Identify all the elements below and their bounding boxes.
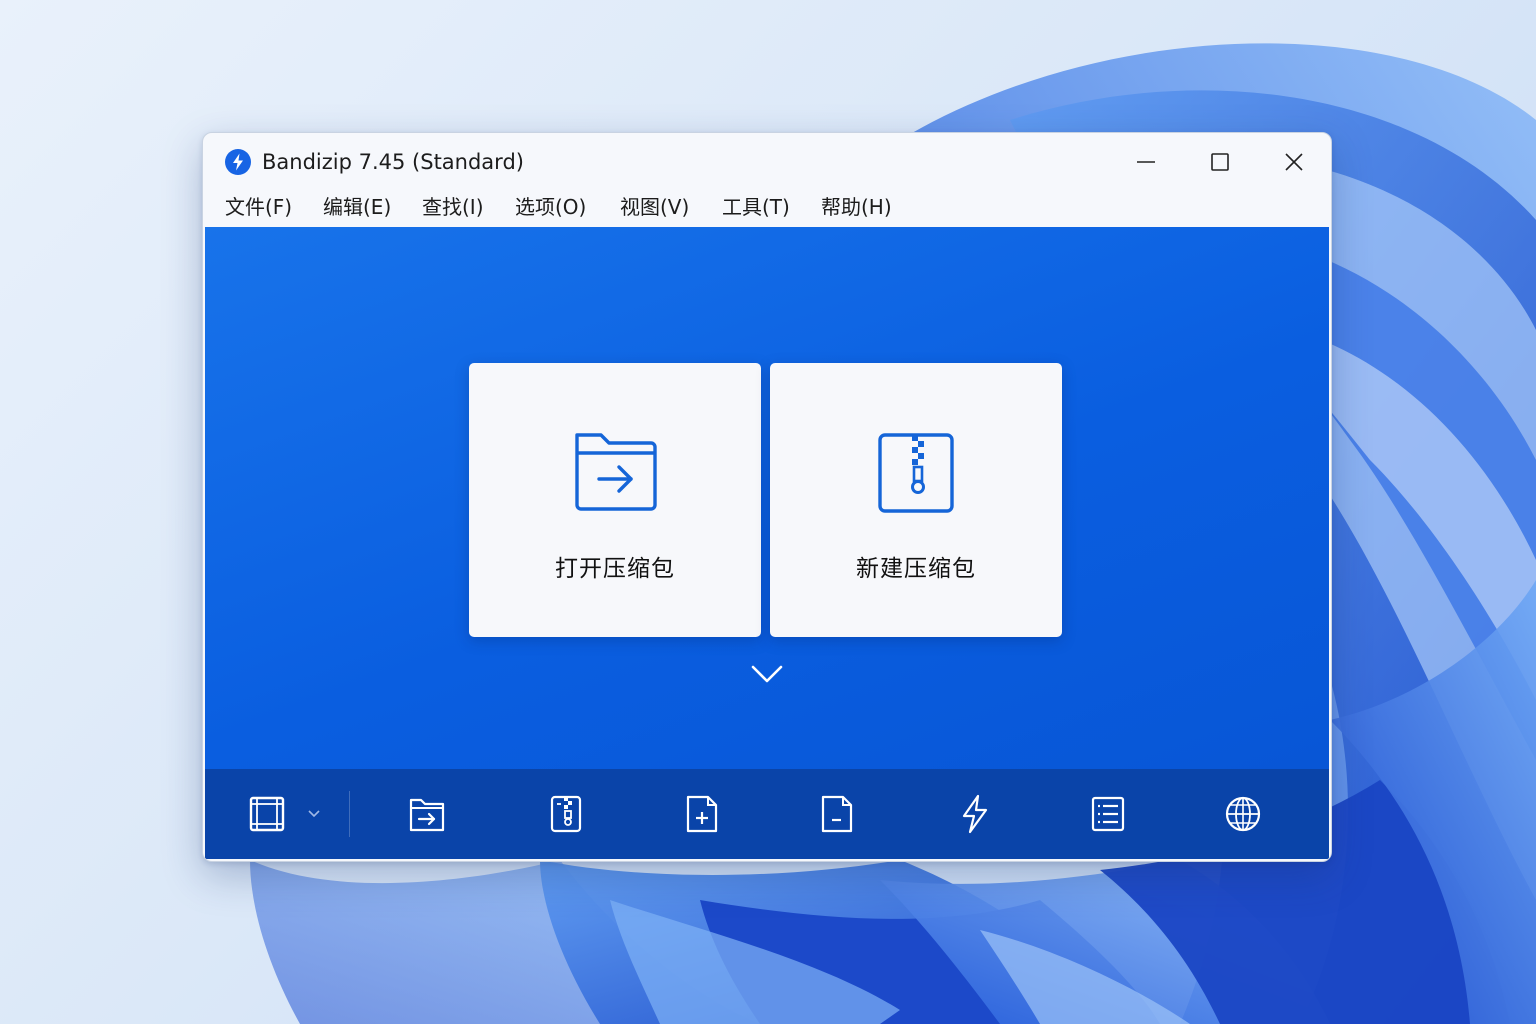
- new-archive-label: 新建压缩包: [856, 556, 976, 582]
- open-archive-button[interactable]: [405, 792, 449, 836]
- chevron-down-icon[interactable]: [747, 659, 787, 687]
- folder-open-arrow-icon: [575, 433, 657, 511]
- toolbar-separator: [349, 791, 350, 837]
- bottom-toolbar: [205, 769, 1329, 859]
- menu-find[interactable]: 查找(I): [422, 191, 484, 223]
- delete-file-icon: [821, 795, 853, 833]
- file-list-button[interactable]: [1086, 792, 1130, 836]
- menu-tools[interactable]: 工具(T): [722, 191, 790, 223]
- maximize-button[interactable]: [1185, 137, 1255, 187]
- open-archive-icon: [409, 798, 445, 832]
- globe-icon: [1225, 796, 1261, 832]
- language-button[interactable]: [1221, 792, 1265, 836]
- quick-extract-button[interactable]: [953, 792, 997, 836]
- chevron-down-icon: [308, 810, 320, 818]
- window-title: Bandizip 7.45 (Standard): [262, 150, 524, 174]
- menu-help[interactable]: 帮助(H): [821, 191, 892, 223]
- minimize-button[interactable]: [1111, 137, 1181, 187]
- title-bar[interactable]: Bandizip 7.45 (Standard): [203, 133, 1331, 189]
- close-icon: [1285, 153, 1303, 171]
- delete-file-button[interactable]: [815, 792, 859, 836]
- view-mode-icon: [249, 796, 285, 832]
- quick-extract-icon: [962, 794, 988, 834]
- menu-file[interactable]: 文件(F): [225, 191, 292, 223]
- zip-file-icon: [878, 433, 954, 513]
- menu-edit[interactable]: 编辑(E): [323, 191, 391, 223]
- bandizip-logo-icon: [225, 149, 251, 175]
- minimize-icon: [1137, 161, 1155, 163]
- file-list-icon: [1091, 796, 1125, 832]
- open-archive-label: 打开压缩包: [555, 556, 675, 582]
- extract-icon: [550, 795, 582, 833]
- menu-bar: 文件(F) 编辑(E) 查找(I) 选项(O) 视图(V) 工具(T) 帮助(H…: [203, 189, 1331, 227]
- add-file-icon: [686, 795, 718, 833]
- main-panel: 打开压缩包 新建压缩包: [205, 227, 1329, 769]
- menu-options[interactable]: 选项(O): [515, 191, 586, 223]
- desktop: Bandizip 7.45 (Standard) 文件(F) 编辑(E) 查找(…: [0, 0, 1536, 1024]
- open-archive-tile[interactable]: 打开压缩包: [469, 363, 761, 637]
- bandizip-window: Bandizip 7.45 (Standard) 文件(F) 编辑(E) 查找(…: [202, 132, 1332, 862]
- view-mode-dropdown[interactable]: [301, 792, 327, 836]
- view-mode-button[interactable]: [245, 792, 289, 836]
- new-archive-tile[interactable]: 新建压缩包: [770, 363, 1062, 637]
- maximize-icon: [1211, 153, 1229, 171]
- close-button[interactable]: [1259, 137, 1329, 187]
- add-file-button[interactable]: [680, 792, 724, 836]
- menu-view[interactable]: 视图(V): [620, 191, 689, 223]
- extract-button[interactable]: [544, 792, 588, 836]
